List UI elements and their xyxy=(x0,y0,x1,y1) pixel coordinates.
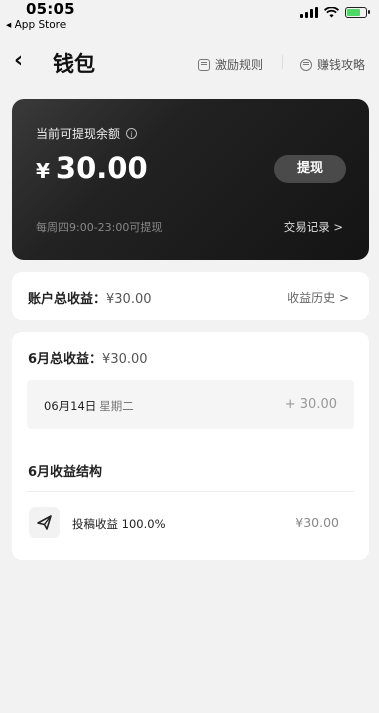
guide-link-label: 赚钱攻略 xyxy=(317,58,366,72)
balance-label-row: 当前可提现余额 i xyxy=(36,125,138,142)
rules-link-label: 激励规则 xyxy=(215,58,264,72)
structure-item-label: 投稿收益 100.0% xyxy=(72,517,166,531)
earnings-structure-title: 6月收益结构 xyxy=(28,465,103,480)
total-earnings-value: ¥30.00 xyxy=(106,292,152,307)
month-total: 6月总收益：¥30.00 xyxy=(28,348,148,367)
wifi-icon xyxy=(324,6,339,17)
withdraw-button[interactable]: 提现 xyxy=(274,155,346,183)
total-earnings-label: 账户总收益： xyxy=(28,292,107,307)
total-earnings-card: 账户总收益：¥30.00 收益历史 > xyxy=(12,272,369,320)
earnings-history-link[interactable]: 收益历史 > xyxy=(287,289,349,306)
balance-value: 30.00 xyxy=(55,151,148,185)
battery-icon xyxy=(345,6,370,18)
day-date-value: 06月14日 xyxy=(44,399,97,413)
back-to-app-store[interactable]: ◂ App Store xyxy=(6,19,66,31)
rules-icon xyxy=(198,58,210,71)
structure-item-amount: ¥30.00 xyxy=(295,515,339,530)
status-time: 05:05 xyxy=(26,0,75,18)
balance-label: 当前可提现余额 xyxy=(36,127,121,141)
signal-icon xyxy=(300,6,318,18)
nav-divider xyxy=(282,55,283,69)
page-title: 钱包 xyxy=(53,52,95,76)
coin-icon xyxy=(300,58,312,71)
currency-symbol: ¥ xyxy=(36,159,50,183)
day-weekday: 星期二 xyxy=(99,399,134,413)
total-earnings: 账户总收益：¥30.00 xyxy=(28,288,152,307)
daily-earning-row[interactable]: 06月14日 星期二 + 30.00 xyxy=(27,380,354,429)
guide-link[interactable]: 赚钱攻略 xyxy=(300,56,365,73)
monthly-earnings-card: 6月总收益：¥30.00 06月14日 星期二 + 30.00 6月收益结构 投稿… xyxy=(12,332,369,560)
day-date: 06月14日 星期二 xyxy=(44,398,134,414)
paper-plane-icon xyxy=(29,507,60,538)
wallet-balance-card: 当前可提现余额 i ¥30.00 提现 每周四9:00-23:00可提现 交易记… xyxy=(12,99,369,260)
day-amount: + 30.00 xyxy=(284,397,337,412)
back-icon[interactable]: ‹ xyxy=(14,48,23,73)
status-icons xyxy=(300,6,370,18)
status-bar: 05:05 ◂ App Store xyxy=(0,0,379,36)
divider xyxy=(27,491,354,492)
withdraw-hint: 每周四9:00-23:00可提现 xyxy=(36,221,163,234)
nav-bar: ‹ 钱包 激励规则 赚钱攻略 xyxy=(0,44,379,84)
month-total-value: ¥30.00 xyxy=(102,352,148,367)
info-icon[interactable]: i xyxy=(126,128,138,139)
balance-amount: ¥30.00 xyxy=(36,151,148,185)
transaction-records-link[interactable]: 交易记录 > xyxy=(284,219,343,235)
rules-link[interactable]: 激励规则 xyxy=(198,56,263,73)
month-total-label: 6月总收益： xyxy=(28,352,103,367)
